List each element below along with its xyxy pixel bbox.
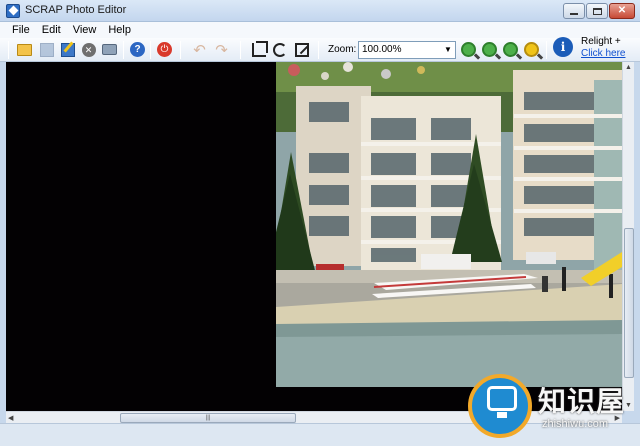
zoom-actual-button[interactable] bbox=[501, 40, 520, 59]
scroll-left-icon[interactable]: ◀ bbox=[8, 414, 13, 422]
print-button[interactable] bbox=[100, 40, 119, 59]
zoom-fit-icon bbox=[524, 42, 539, 57]
window-title: SCRAP Photo Editor bbox=[25, 4, 127, 16]
zoom-actual-icon bbox=[503, 42, 518, 57]
resize-button[interactable] bbox=[292, 40, 311, 59]
open-folder-icon bbox=[17, 43, 32, 56]
menu-view[interactable]: View bbox=[67, 24, 103, 36]
watermark-url: zhishiwu.com bbox=[542, 418, 609, 430]
toolbar-separator bbox=[150, 41, 151, 59]
minimize-icon bbox=[570, 12, 578, 15]
toolbar-separator bbox=[123, 41, 124, 59]
vertical-scrollbar[interactable]: ▲ ▼ bbox=[622, 62, 634, 411]
app-icon bbox=[6, 4, 20, 18]
save-button[interactable] bbox=[37, 40, 56, 59]
close-image-button[interactable]: ✕ bbox=[79, 40, 98, 59]
undo-button[interactable]: ↶ bbox=[190, 40, 209, 59]
building-photo bbox=[276, 62, 622, 387]
zoom-label: Zoom: bbox=[328, 44, 357, 55]
menu-bar: File Edit View Help bbox=[0, 22, 640, 38]
crop-icon bbox=[251, 40, 268, 57]
zoom-fit-button[interactable] bbox=[522, 40, 541, 59]
zoom-value: 100.00% bbox=[362, 44, 402, 55]
relight-title: Relight + bbox=[581, 36, 621, 47]
save-icon bbox=[39, 42, 54, 57]
horizontal-scroll-thumb[interactable]: ||| bbox=[120, 413, 296, 423]
help-button[interactable]: ? bbox=[128, 40, 147, 59]
relight-link[interactable]: Click here bbox=[581, 48, 625, 59]
redo-button[interactable]: ↷ bbox=[212, 40, 231, 59]
zoom-in-button[interactable] bbox=[459, 40, 478, 59]
toolbar-separator bbox=[240, 41, 241, 59]
menu-edit[interactable]: Edit bbox=[36, 24, 67, 36]
resize-icon bbox=[294, 42, 309, 57]
rotate-icon bbox=[272, 42, 287, 57]
maximize-button[interactable] bbox=[586, 3, 608, 19]
toolbar: ✕ ? ⏻ ↶ ↷ Zoom: 100.00% ▼ bbox=[0, 38, 640, 62]
print-icon bbox=[102, 44, 117, 55]
close-window-button[interactable]: ✕ bbox=[609, 3, 635, 19]
chevron-down-icon: ▼ bbox=[444, 45, 452, 54]
power-icon: ⏻ bbox=[157, 42, 172, 57]
zoom-select[interactable]: 100.00% ▼ bbox=[358, 41, 456, 59]
watermark-text: 知识屋 bbox=[538, 386, 626, 417]
rotate-button[interactable] bbox=[270, 40, 289, 59]
crop-button[interactable] bbox=[249, 40, 268, 59]
photo-image bbox=[276, 62, 622, 387]
close-icon: ✕ bbox=[617, 5, 627, 16]
scroll-up-icon[interactable]: ▲ bbox=[625, 64, 632, 71]
edit-icon bbox=[60, 42, 75, 57]
edit-button[interactable] bbox=[58, 40, 77, 59]
toolbar-separator bbox=[546, 41, 547, 59]
vertical-scroll-thumb[interactable] bbox=[624, 228, 634, 378]
menu-file[interactable]: File bbox=[6, 24, 36, 36]
undo-icon: ↶ bbox=[193, 41, 206, 59]
watermark-question-mark-icon bbox=[487, 386, 517, 411]
info-icon[interactable]: i bbox=[553, 37, 573, 57]
site-watermark: 知识屋 zhishiwu.com bbox=[462, 368, 640, 446]
menu-help[interactable]: Help bbox=[102, 24, 137, 36]
help-icon: ? bbox=[130, 42, 145, 57]
toolbar-separator bbox=[8, 41, 9, 59]
redo-icon: ↷ bbox=[215, 41, 228, 59]
minimize-button[interactable] bbox=[563, 3, 585, 19]
watermark-stand-icon bbox=[497, 412, 507, 418]
toolbar-separator bbox=[180, 41, 181, 59]
toolbar-separator bbox=[318, 41, 319, 59]
title-bar: SCRAP Photo Editor ✕ bbox=[0, 0, 640, 22]
exit-button[interactable]: ⏻ bbox=[155, 40, 174, 59]
zoom-out-button[interactable] bbox=[480, 40, 499, 59]
zoom-out-icon bbox=[482, 42, 497, 57]
maximize-icon bbox=[592, 7, 602, 15]
image-canvas[interactable] bbox=[6, 62, 622, 411]
close-image-icon: ✕ bbox=[81, 42, 96, 57]
open-button[interactable] bbox=[15, 40, 34, 59]
zoom-in-icon bbox=[461, 42, 476, 57]
